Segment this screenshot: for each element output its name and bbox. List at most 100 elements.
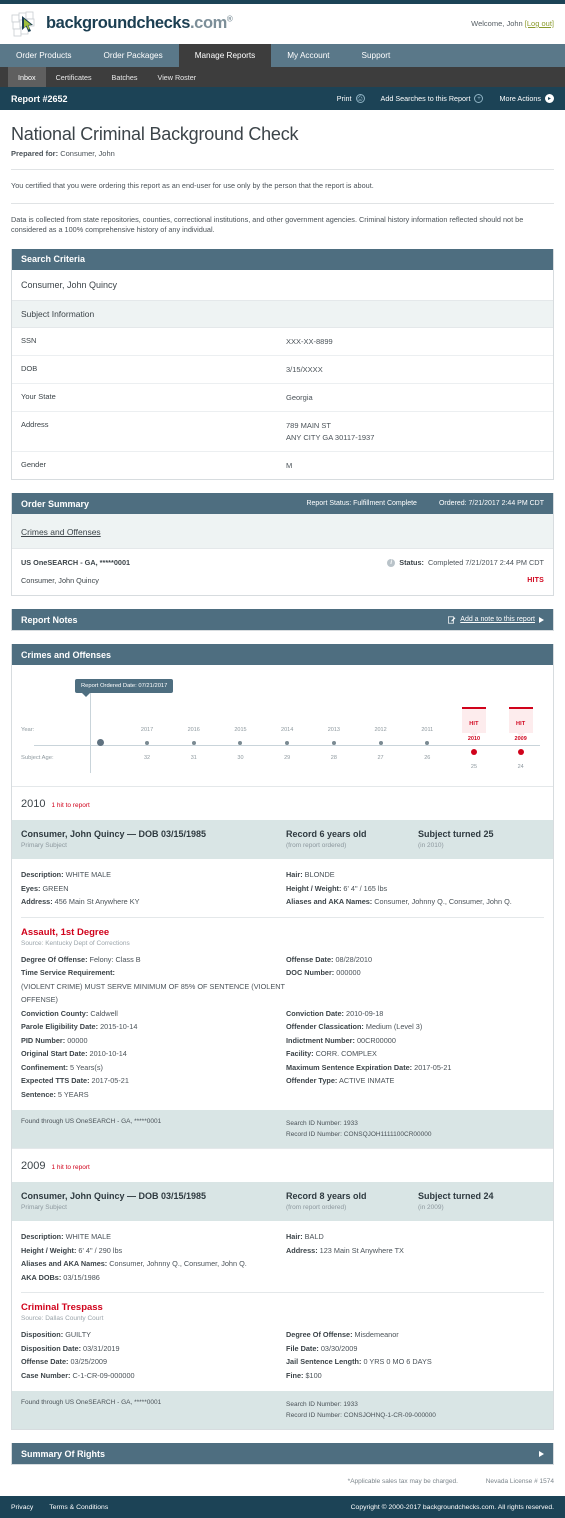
timeline-year-label: 2011 [421,727,434,734]
footer-links: Privacy Terms & Conditions [11,1504,108,1511]
profile-left-column: Description: WHITE MALE Eyes: GREEN Addr… [21,868,286,908]
field-label: Height / Weight: [286,883,342,893]
offense-field: Indictment Number: 00CR00000 [286,1034,544,1047]
origin-dot-icon [96,739,104,747]
divider [11,202,554,204]
field-label: Time Service Requirement: [21,968,115,978]
summary-of-rights-panel[interactable]: Summary Of Rights [11,1443,554,1466]
field-value: Caldwell [88,1008,118,1018]
hit-flag-2009[interactable]: HIT [508,707,533,738]
profile-field: Hair: BLONDE [286,868,544,881]
field-label: Indictment Number: [286,1035,355,1045]
print-button[interactable]: Print ⎙ [337,94,365,103]
more-actions-button[interactable]: More Actions ▸ [499,94,554,103]
year-hit-count: 1 hit to report [51,802,90,810]
nav-item-order-packages[interactable]: Order Packages [88,44,179,67]
field-label: Address: [286,1245,318,1255]
field-value: 2010-10-14 [87,1049,127,1059]
field-label: Disposition: [21,1330,64,1340]
record-subject-name: Consumer, John Quincy — DOB 03/15/1985 [21,829,207,840]
year-label: 2009 [21,1160,46,1173]
offense-right-column: Degree Of Offense: Misdemeanor File Date… [286,1328,544,1382]
nav-item-my-account[interactable]: My Account [271,44,345,67]
logo-name-dim: .com [190,14,227,32]
offense-field: Offense Date: 08/28/2010 [286,953,544,966]
table-row: Your State Georgia [12,384,553,413]
timeline-origin-marker [77,707,124,770]
field-value: 123 Main St Anywhere TX [317,1245,404,1255]
nav-item-support[interactable]: Support [346,44,407,67]
timeline-point-2009[interactable]: HIT 2009 24 [497,707,544,770]
logo-name-main: backgroundchecks [46,14,190,32]
hit-flag-2010[interactable]: HIT [461,707,486,738]
field-value: Felony: Class B [87,954,141,964]
field-label: Conviction Date: [286,1008,344,1018]
add-note-action[interactable]: Add a note to this report [448,616,544,624]
table-row: SSN XXX-XX-8899 [12,328,553,356]
offense-field: Fine: $100 [286,1369,544,1382]
certification-text: You certified that you were ordering thi… [11,181,374,190]
field-label: Hair: [286,1232,303,1242]
subject-turned: Subject turned 24 [418,1191,494,1202]
profile-fields-2009: Description: WHITE MALE Height / Weight:… [21,1230,544,1284]
field-value: 2010-09-18 [343,1008,384,1018]
terms-link[interactable]: Terms & Conditions [49,1504,108,1511]
privacy-link[interactable]: Privacy [11,1504,33,1511]
divider [11,169,554,170]
order-summary-title: Order Summary [21,498,90,509]
subnav-item-certificates[interactable]: Certificates [46,67,102,87]
timeline-columns: 2017 32 2016 31 2015 30 2014 29 2013 28 … [77,707,544,770]
site-logo[interactable]: backgroundchecks.com® [11,11,233,37]
year-heading-2010: 2010 1 hit to report [12,786,553,820]
timeline-point-2010[interactable]: HIT 2010 25 [451,707,498,770]
crimes-and-offenses-link[interactable]: Crimes and Offenses [21,527,101,537]
timeline-age-row-label: Subject Age: [21,755,54,762]
welcome-label: Welcome, John [471,19,525,28]
profile-right-column: Hair: BALD Address: 123 Main St Anywhere… [286,1230,544,1284]
field-value: GUILTY [63,1330,92,1340]
profile-right-column: Hair: BLONDE Height / Weight: 6' 4" / 16… [286,868,544,908]
field-label: AKA DOBs: [21,1272,62,1282]
field-value: WHITE MALE [63,1232,112,1242]
add-searches-button[interactable]: Add Searches to this Report + [381,94,484,103]
timeline-hit-dot-icon [517,748,524,755]
status-badge: HITS [527,577,544,585]
field-label: Disposition Date: [21,1343,81,1353]
offense-field: Offender Type: ACTIVE INMATE [286,1074,544,1087]
report-notes-panel[interactable]: Report Notes Add a note to this report [11,609,554,632]
timeline-year-label: 2010 [467,736,481,743]
order-summary-meta: Report Status: Fulfillment Complete Orde… [306,500,544,507]
logout-link[interactable]: [Log out] [525,19,554,28]
subject-turned-block: Subject turned 24 (in 2009) [418,1191,544,1211]
subnav-item-view-roster[interactable]: View Roster [148,67,207,87]
chevron-right-icon [539,1450,544,1457]
add-note-link[interactable]: Add a note to this report [460,616,535,623]
search-id-number: Search ID Number: 1933 [286,1400,358,1408]
logo-registered-mark: ® [226,14,233,24]
search-product-name: US OneSEARCH - GA, *****0001 [21,558,131,568]
info-icon[interactable]: i [387,558,396,567]
subnav-item-inbox[interactable]: Inbox [8,67,46,87]
subject-information-label: Subject Information [12,300,553,328]
search-result-row: US OneSEARCH - GA, *****0001 i Status: C… [21,558,544,567]
field-label: DOC Number: [286,968,335,978]
offense-field: Degree Of Offense: Misdemeanor [286,1328,544,1341]
record-body-2009: Description: WHITE MALE Height / Weight:… [12,1221,553,1391]
timeline-year-label: 2009 [514,736,527,743]
year-label: 2010 [21,798,46,811]
offense-fields-2009: Disposition: GUILTY Disposition Date: 03… [21,1328,544,1382]
record-id-number: Record ID Number: CONSJOHNQ-1-CR-09-0000… [286,1412,436,1420]
offense-field: Time Service Requirement: [21,966,286,979]
field-value: Medium (Level 3) [363,1022,423,1032]
found-through-text: Found through US OneSEARCH - GA, *****00… [21,1118,162,1126]
summary-of-rights-header[interactable]: Summary Of Rights [12,1443,553,1465]
nav-item-order-products[interactable]: Order Products [0,44,88,67]
offense-field: Disposition Date: 03/31/2019 [21,1342,286,1355]
subnav-item-batches[interactable]: Batches [102,67,148,87]
report-toolbar: Report #2652 Print ⎙ Add Searches to thi… [0,87,565,110]
nav-item-manage-reports[interactable]: Manage Reports [178,44,272,67]
add-searches-label: Add Searches to this Report [380,94,471,103]
profile-field: Address: 456 Main St Anywhere KY [21,895,286,908]
record-age: Record 8 years old [286,1191,367,1202]
field-value: 2015-10-14 [98,1022,138,1032]
